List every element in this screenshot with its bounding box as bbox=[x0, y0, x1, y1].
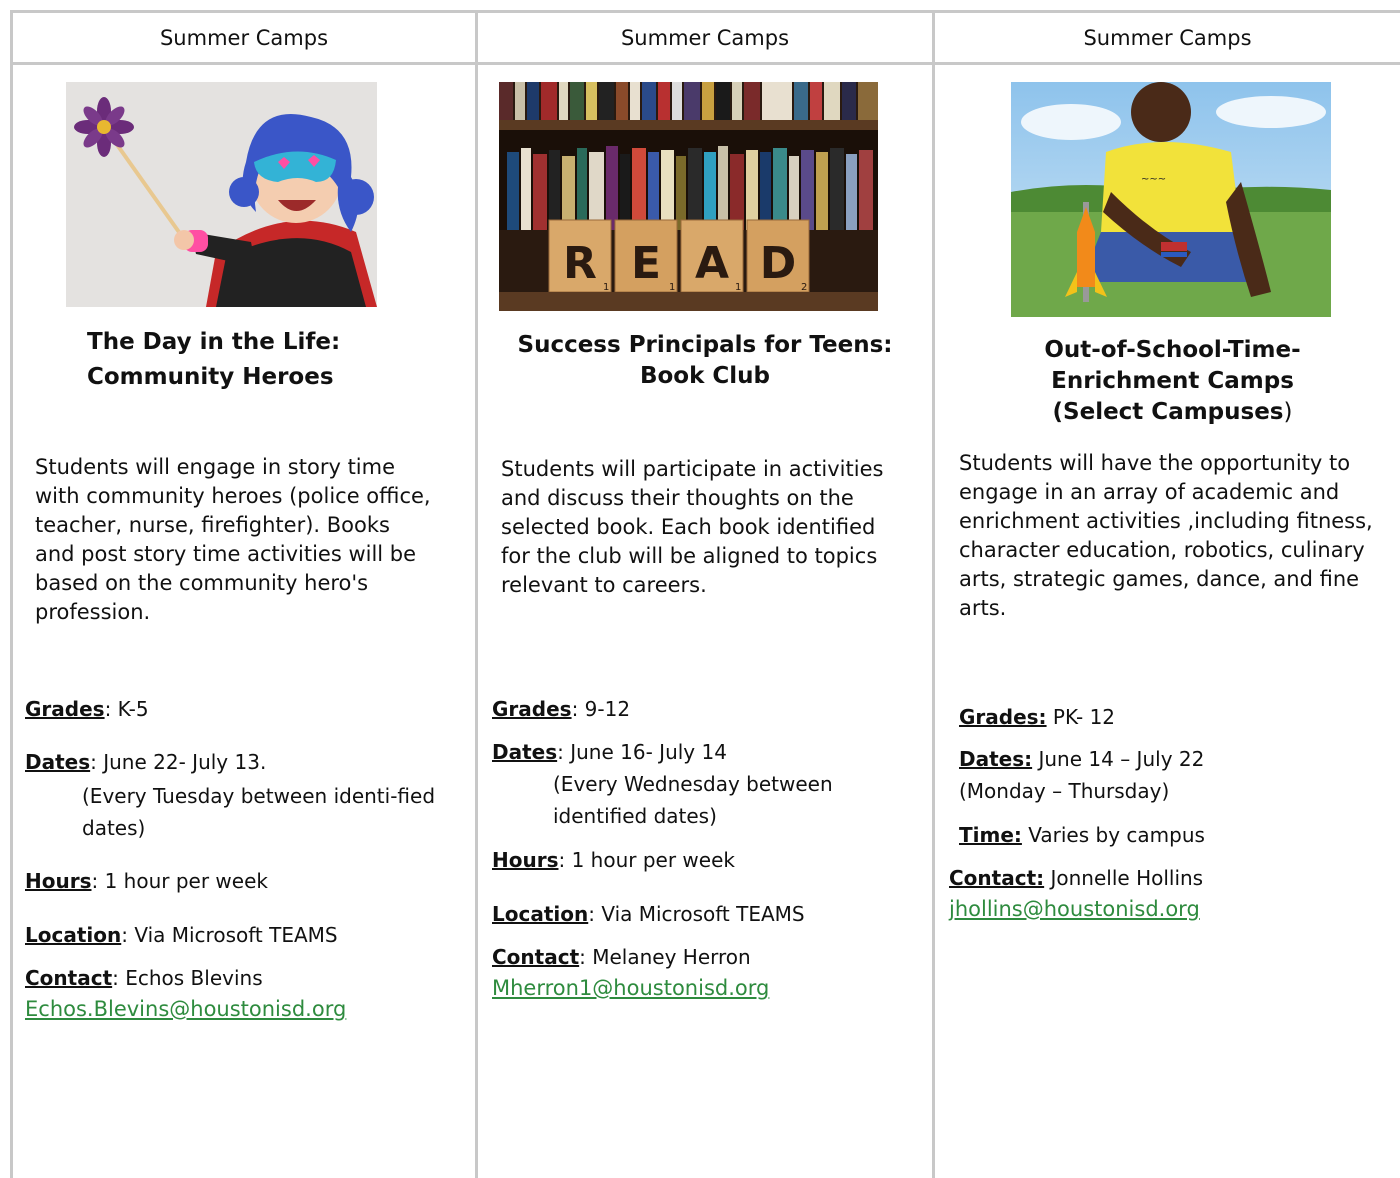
read-tile-r: R bbox=[563, 238, 597, 289]
dates-value: : June 16- July 14 bbox=[557, 740, 727, 764]
contact-field: Contact: Melaney Herron bbox=[492, 941, 751, 973]
column-header: Summer Camps bbox=[159, 26, 329, 50]
dates-label: Dates: bbox=[959, 747, 1033, 771]
camp-title-line: Enrichment Camps bbox=[1051, 368, 1294, 394]
time-label: Time: bbox=[959, 823, 1022, 847]
camp-title: Out-of-School-Time- Enrichment Camps (Se… bbox=[935, 335, 1400, 428]
hours-field: Hours: 1 hour per week bbox=[492, 844, 735, 876]
grades-label: Grades bbox=[492, 697, 572, 721]
grades-label: Grades: bbox=[959, 705, 1047, 729]
contact-field: Contact: Echos Blevins bbox=[25, 962, 263, 994]
contact-label: Contact: bbox=[949, 866, 1045, 890]
camp-title-line: Out-of-School-Time- bbox=[1044, 337, 1301, 363]
column-header: Summer Camps bbox=[1083, 26, 1252, 50]
dates-note: (Every Wednesday between identified date… bbox=[553, 768, 913, 832]
student-rocket-photo: ~~~ bbox=[1011, 82, 1331, 317]
dates-field: Dates: June 14 – July 22 bbox=[959, 743, 1204, 775]
location-value: : Via Microsoft TEAMS bbox=[121, 923, 338, 947]
hours-value: : 1 hour per week bbox=[558, 848, 735, 872]
grades-field: Grades: PK- 12 bbox=[959, 701, 1115, 733]
contact-email-link[interactable]: jhollins@houstonisd.org bbox=[949, 897, 1200, 921]
grades-value: PK- 12 bbox=[1046, 705, 1116, 729]
table-divider-1 bbox=[475, 10, 478, 1178]
camp-title-line: Community Heroes bbox=[87, 364, 334, 390]
grades-label: Grades bbox=[25, 697, 105, 721]
read-tile-e: E bbox=[631, 238, 661, 289]
grades-field: Grades: K-5 bbox=[25, 693, 149, 725]
camp-title-line: The Day in the Life: bbox=[87, 329, 341, 355]
superhero-child-photo bbox=[66, 82, 377, 307]
read-tile-score: 1 bbox=[669, 282, 675, 293]
contact-value: Jonnelle Hollins bbox=[1044, 866, 1204, 890]
contact-value: : Echos Blevins bbox=[112, 966, 263, 990]
contact-value: : Melaney Herron bbox=[579, 945, 751, 969]
dates-note-line: identified dates) bbox=[553, 804, 717, 828]
read-tile-score: 1 bbox=[603, 282, 609, 293]
contact-field: Contact: Jonnelle Hollins bbox=[949, 862, 1203, 894]
dates-value: : June 22- July 13. bbox=[90, 750, 267, 774]
contact-email-link[interactable]: Echos.Blevins@houstonisd.org bbox=[25, 997, 346, 1021]
hours-label: Hours bbox=[492, 848, 559, 872]
contact-label: Contact bbox=[25, 966, 113, 990]
table-border-left bbox=[10, 10, 13, 1178]
camp-title-line: Book Club bbox=[639, 363, 771, 389]
bookshelf-read-tiles-photo: R E A D 1 1 1 2 bbox=[499, 82, 878, 311]
camp-title-line: Success Principals for Teens: bbox=[517, 332, 893, 358]
location-field: Location: Via Microsoft TEAMS bbox=[25, 919, 338, 951]
read-tile-score: 2 bbox=[801, 282, 807, 293]
dates-field: Dates: June 16- July 14 bbox=[492, 736, 727, 768]
dates-value: June 14 – July 22 bbox=[1032, 747, 1205, 771]
contact-email-link[interactable]: Mherron1@houstonisd.org bbox=[492, 976, 769, 1000]
table-divider-2 bbox=[932, 10, 935, 1178]
camp-title-line: (Select Campuses) bbox=[935, 397, 1400, 428]
table-border-header-bottom bbox=[10, 62, 1400, 65]
read-tile-d: D bbox=[760, 238, 797, 289]
dates-note: (Every Tuesday between identi-fied dates… bbox=[82, 784, 436, 840]
hours-field: Hours: 1 hour per week bbox=[25, 865, 268, 897]
time-field: Time: Varies by campus bbox=[959, 819, 1205, 851]
dates-note: (Monday – Thursday) bbox=[959, 779, 1170, 803]
camp-title-paren: ) bbox=[1283, 399, 1293, 425]
column-header: Summer Camps bbox=[620, 26, 790, 50]
camp-title-line-bold: (Select Campuses bbox=[1052, 399, 1284, 425]
grades-value: : 9-12 bbox=[571, 697, 631, 721]
read-tile-a: A bbox=[695, 238, 729, 289]
camp-description: Students will participate in activities … bbox=[501, 457, 884, 597]
location-value: : Via Microsoft TEAMS bbox=[588, 902, 805, 926]
table-border-top bbox=[10, 10, 1400, 13]
location-field: Location: Via Microsoft TEAMS bbox=[492, 898, 805, 930]
hours-value: : 1 hour per week bbox=[91, 869, 268, 893]
location-label: Location bbox=[25, 923, 122, 947]
camp-title: Success Principals for Teens: Book Club bbox=[478, 330, 932, 392]
camp-description: Students will engage in story time with … bbox=[35, 455, 431, 624]
location-label: Location bbox=[492, 902, 589, 926]
time-value: Varies by campus bbox=[1021, 823, 1205, 847]
grades-field: Grades: 9-12 bbox=[492, 693, 630, 725]
dates-note-line: (Every Wednesday between bbox=[553, 772, 833, 796]
svg-text:~~~: ~~~ bbox=[1141, 174, 1166, 185]
read-tile-score: 1 bbox=[735, 282, 741, 293]
dates-label: Dates bbox=[492, 740, 558, 764]
dates-field: Dates: June 22- July 13. bbox=[25, 746, 266, 778]
hours-label: Hours bbox=[25, 869, 92, 893]
dates-label: Dates bbox=[25, 750, 91, 774]
contact-label: Contact bbox=[492, 945, 580, 969]
camp-description: Students will have the opportunity to en… bbox=[959, 451, 1373, 620]
camp-title: The Day in the Life: Community Heroes bbox=[87, 325, 447, 395]
grades-value: : K-5 bbox=[104, 697, 149, 721]
